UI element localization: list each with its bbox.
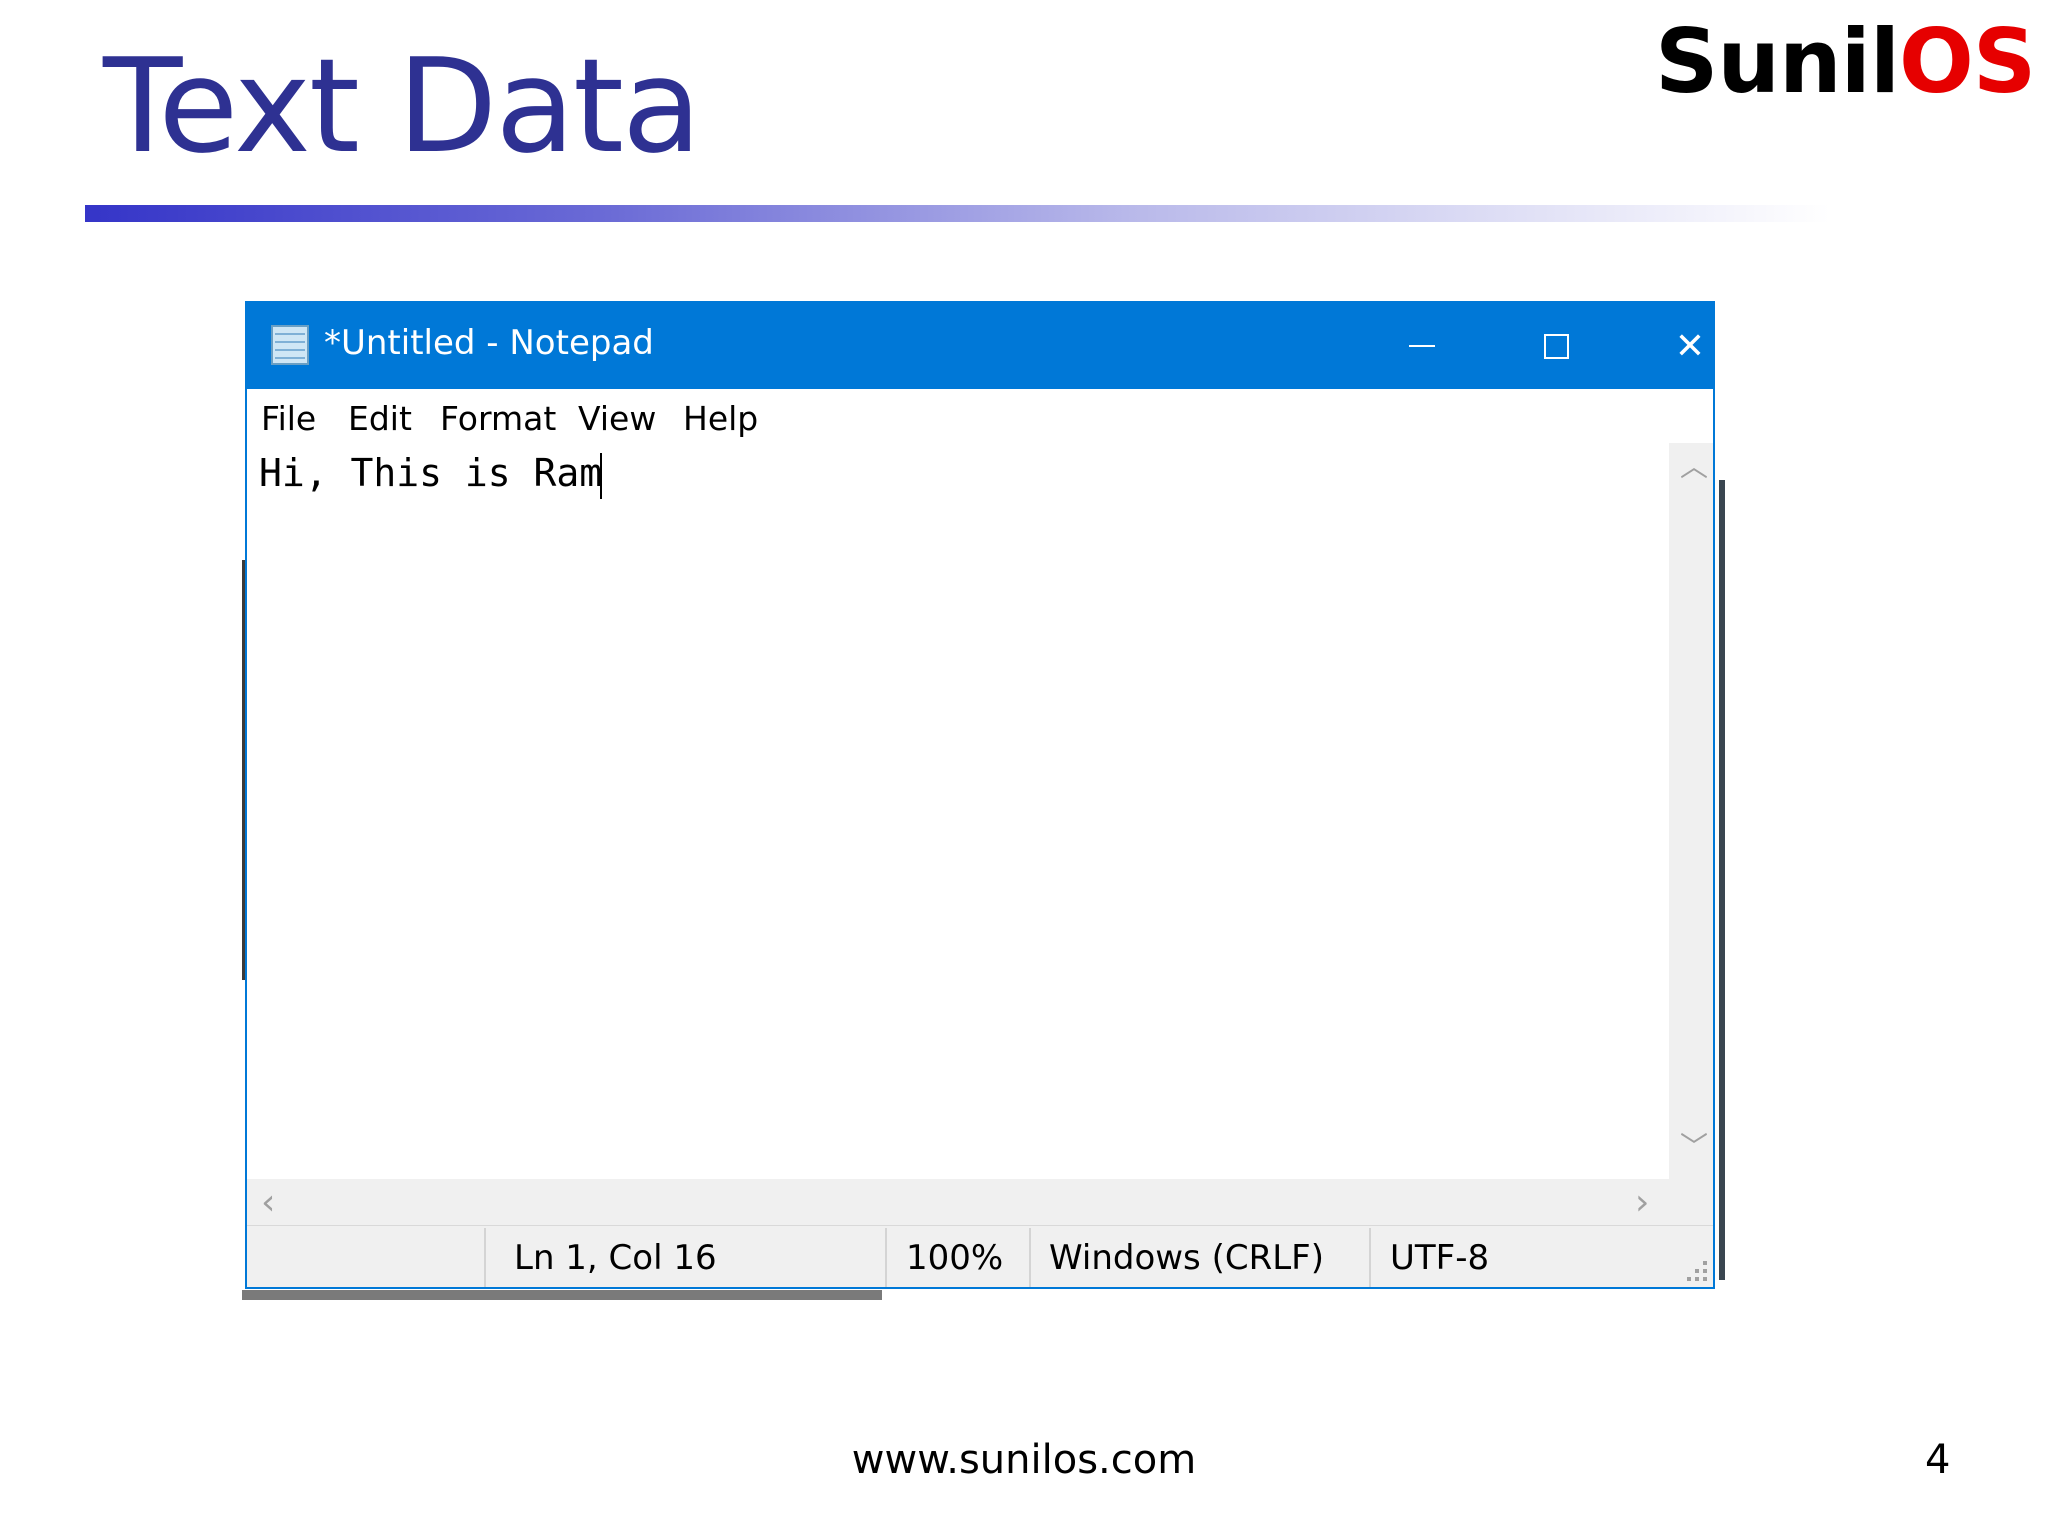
scrollbar-corner: [1669, 1179, 1713, 1225]
status-divider: [484, 1228, 486, 1287]
title-gradient-rule: [85, 205, 1830, 222]
menu-format[interactable]: Format: [440, 399, 556, 438]
close-button[interactable]: ✕: [1623, 303, 1713, 389]
status-divider: [1369, 1228, 1371, 1287]
maximize-icon: [1543, 333, 1569, 359]
notepad-icon[interactable]: [271, 325, 309, 365]
status-cursor-position: Ln 1, Col 16: [514, 1238, 717, 1278]
scroll-left-icon[interactable]: ‹: [261, 1185, 275, 1221]
editor-content: Hi, This is Ram: [259, 451, 603, 495]
status-encoding: UTF-8: [1390, 1238, 1490, 1278]
status-divider: [885, 1228, 887, 1287]
minimize-icon: [1409, 345, 1435, 347]
resize-grip-icon[interactable]: [1687, 1261, 1707, 1281]
title-bar[interactable]: *Untitled - Notepad ✕: [247, 303, 1713, 389]
scroll-up-icon[interactable]: ︿: [1680, 453, 1708, 481]
window-shadow-bottom: [242, 1290, 882, 1300]
window-title: *Untitled - Notepad: [324, 323, 654, 363]
page-number: 4: [1925, 1437, 1951, 1483]
menu-view[interactable]: View: [578, 399, 656, 438]
scroll-down-icon[interactable]: ﹀: [1680, 1133, 1708, 1161]
status-zoom: 100%: [906, 1238, 1004, 1278]
close-icon: ✕: [1674, 325, 1706, 367]
logo-part-os: OS: [1899, 10, 2036, 113]
menu-bar: File Edit Format View Help: [247, 389, 1713, 443]
menu-edit[interactable]: Edit: [348, 399, 412, 438]
menu-file[interactable]: File: [261, 399, 316, 438]
window-shadow-right: [1719, 480, 1725, 1280]
status-line-ending: Windows (CRLF): [1049, 1238, 1324, 1278]
menu-help[interactable]: Help: [683, 399, 758, 438]
status-bar: Ln 1, Col 16 100% Windows (CRLF) UTF-8: [247, 1225, 1713, 1287]
text-editor[interactable]: Hi, This is Ram: [247, 443, 1669, 1179]
horizontal-scrollbar[interactable]: ‹ ›: [247, 1179, 1669, 1225]
minimize-button[interactable]: [1355, 303, 1489, 389]
notepad-window: *Untitled - Notepad ✕ File Edit Format V…: [245, 301, 1715, 1289]
text-caret: [600, 453, 602, 499]
slide-title: Text Data: [103, 30, 702, 182]
vertical-scrollbar[interactable]: ︿ ﹀: [1669, 443, 1713, 1179]
maximize-button[interactable]: [1489, 303, 1623, 389]
scroll-right-icon[interactable]: ›: [1635, 1185, 1649, 1221]
footer-url: www.sunilos.com: [851, 1437, 1197, 1483]
status-divider: [1029, 1228, 1031, 1287]
logo-part-sunil: Sunil: [1655, 10, 1900, 113]
sunilos-logo: SunilOS: [1655, 13, 2036, 111]
